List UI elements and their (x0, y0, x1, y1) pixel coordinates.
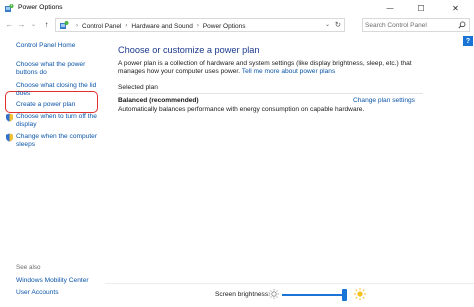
help-button[interactable]: ? (463, 36, 473, 46)
window-title: Power Options (18, 4, 63, 11)
breadcrumb-separator: › (125, 23, 128, 29)
breadcrumb-separator: › (76, 23, 78, 29)
main-content: ? Choose or customize a power plan A pow… (105, 33, 474, 283)
sidebar-item-label[interactable]: display (16, 121, 37, 129)
breadcrumb-control-panel[interactable]: Control Panel (82, 23, 121, 30)
sun-dim-icon (268, 288, 280, 302)
sidebar-item-label[interactable]: Create a power plan (16, 101, 75, 109)
chevron-down-icon: ⌄ (30, 22, 37, 28)
see-also-mobility-center[interactable]: Windows Mobility Center (16, 277, 89, 285)
divider (118, 93, 423, 94)
shield-icon (5, 133, 14, 142)
forward-button[interactable]: → (16, 19, 27, 30)
sidebar-control-panel-home[interactable]: Control Panel Home (16, 42, 75, 50)
close-button[interactable]: ✕ (437, 0, 474, 17)
page-description: A power plan is a collection of hardware… (118, 60, 418, 76)
breadcrumb: › Control Panel › Hardware and Sound › P… (72, 21, 245, 31)
plan-name: Balanced (recommended) (118, 97, 199, 104)
power-options-icon (59, 20, 69, 30)
up-arrow-icon: ↑ (44, 20, 49, 29)
maximize-button[interactable]: ☐ (406, 0, 436, 17)
recent-locations-button[interactable]: ⌄ (28, 19, 39, 30)
address-bar[interactable]: › Control Panel › Hardware and Sound › P… (55, 18, 345, 32)
power-plans-help-link[interactable]: Tell me more about power plans (242, 68, 335, 75)
brightness-label: Screen brightness: (215, 291, 270, 298)
back-arrow-icon: ← (5, 20, 14, 29)
shield-icon (5, 113, 14, 122)
see-also-heading: See also (16, 264, 41, 271)
see-also-user-accounts[interactable]: User Accounts (16, 289, 59, 297)
plan-description: Automatically balances performance with … (118, 106, 365, 113)
address-bar-row: ← → ⌄ ↑ › Control Panel › Hardware and S… (0, 17, 474, 33)
sidebar-item-label[interactable]: sleeps (16, 141, 35, 149)
sidebar-item-label[interactable]: Choose what closing the lid (16, 82, 96, 90)
minimize-icon: — (386, 5, 394, 12)
sidebar-item-label[interactable]: Choose what the power (16, 61, 85, 69)
title-bar: Power Options — ☐ ✕ (0, 0, 474, 17)
sidebar-item-label[interactable]: Change when the computer (16, 133, 97, 141)
brightness-slider-thumb[interactable] (342, 289, 347, 301)
up-button[interactable]: ↑ (41, 19, 52, 30)
sun-bright-icon (353, 287, 367, 303)
sidebar-item-label[interactable]: buttons do (16, 69, 47, 77)
search-box[interactable] (362, 18, 470, 32)
forward-arrow-icon: → (17, 20, 26, 29)
breadcrumb-hardware-and-sound[interactable]: Hardware and Sound (131, 23, 192, 30)
sidebar-item-label[interactable]: does (16, 90, 30, 98)
help-icon: ? (465, 37, 471, 45)
power-options-icon (4, 3, 14, 13)
page-title: Choose or customize a power plan (118, 45, 260, 55)
address-dropdown-icon[interactable]: ⌄ (325, 21, 330, 28)
refresh-icon[interactable]: ↻ (335, 20, 341, 29)
change-plan-settings-link[interactable]: Change plan settings (353, 97, 415, 104)
sidebar-item-label[interactable]: Choose when to turn off the (16, 113, 97, 121)
search-input[interactable] (365, 20, 455, 30)
breadcrumb-power-options[interactable]: Power Options (203, 23, 246, 30)
brightness-bar: Screen brightness: (105, 283, 474, 307)
close-icon: ✕ (452, 4, 459, 13)
minimize-button[interactable]: — (375, 0, 405, 17)
brightness-slider[interactable] (282, 289, 347, 301)
sidebar: Control Panel Home Choose what the power… (0, 33, 105, 307)
breadcrumb-separator: › (196, 23, 199, 29)
selected-plan-label: Selected plan (118, 84, 158, 91)
maximize-icon: ☐ (417, 4, 425, 13)
search-icon[interactable] (458, 21, 466, 31)
brightness-slider-fill (282, 294, 344, 296)
back-button[interactable]: ← (4, 19, 15, 30)
